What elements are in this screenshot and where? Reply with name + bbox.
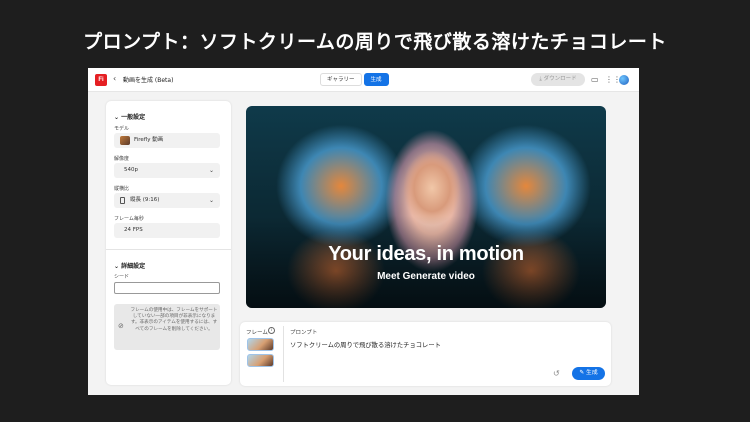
user-avatar-icon[interactable]: [619, 75, 629, 85]
start-frame-thumbnail[interactable]: [247, 338, 274, 351]
chevron-down-icon: ⌄: [208, 167, 214, 174]
fps-field[interactable]: 24 FPS: [114, 223, 220, 238]
aspect-ratio-dropdown[interactable]: 縦長 (9:16) ⌄: [114, 193, 220, 208]
resolution-value: 540p: [124, 167, 138, 173]
top-bar: Fi ‹ 動画を生成 (Beta) ギャラリー 生成 ⤓ ダウンロード ▭ ⋮⋮: [88, 68, 639, 92]
general-settings-heading[interactable]: ⌄ 一般設定: [114, 112, 145, 121]
model-selector[interactable]: Firefly 動画: [114, 133, 220, 148]
page-title: 動画を生成 (Beta): [123, 77, 174, 84]
seed-label: シード: [114, 274, 130, 280]
preview-title: Your ideas, in motion: [328, 243, 524, 265]
generate-button[interactable]: ✎ 生成: [572, 367, 605, 380]
edit-icon: ✎: [579, 370, 585, 376]
preview-subtitle: Meet Generate video: [377, 271, 475, 282]
preview-image: Your ideas, in motion Meet Generate vide…: [246, 106, 606, 308]
seed-input[interactable]: [114, 282, 220, 294]
fps-label: フレーム毎秒: [114, 216, 144, 222]
fps-value: 24 FPS: [124, 227, 143, 233]
blocked-icon: ⊘: [118, 322, 124, 330]
advanced-settings-heading[interactable]: ⌄ 詳細設定: [114, 261, 145, 270]
comment-icon[interactable]: ▭: [591, 73, 599, 86]
prompt-divider: [283, 326, 284, 382]
resolution-label: 解像度: [114, 156, 130, 162]
prompt-input[interactable]: ソフトクリームの周りで飛び散る溶けたチョコレート: [290, 340, 441, 349]
aspect-ratio-label: 縦横比: [114, 186, 130, 192]
chevron-down-icon: ⌄: [114, 114, 120, 121]
frames-notice: ⊘ フレームの使用中は、フレームをサポートしていない一部の項目が非表示になります…: [114, 304, 220, 350]
app-window: Fi ‹ 動画を生成 (Beta) ギャラリー 生成 ⤓ ダウンロード ▭ ⋮⋮…: [88, 68, 639, 395]
settings-panel: ⌄ 一般設定 モデル Firefly 動画 解像度 540p ⌄ 縦横比 縦長 …: [106, 101, 231, 385]
download-button[interactable]: ⤓ ダウンロード: [531, 73, 585, 86]
firefly-logo[interactable]: Fi: [95, 74, 107, 86]
end-frame-thumbnail[interactable]: [247, 354, 274, 367]
aspect-ratio-value: 縦長 (9:16): [130, 197, 160, 203]
undo-icon[interactable]: ↺: [553, 369, 560, 378]
general-settings-label: 一般設定: [121, 114, 146, 121]
advanced-settings-label: 詳細設定: [121, 263, 146, 270]
resolution-dropdown[interactable]: 540p ⌄: [114, 163, 220, 178]
chevron-down-icon: ⌄: [114, 263, 120, 270]
view-switcher: ギャラリー 生成: [320, 73, 389, 86]
slide-title: プロンプト：ソフトクリームの周りで飛び散る溶けたチョコレート: [83, 31, 667, 53]
info-icon[interactable]: i: [268, 327, 275, 334]
model-value: Firefly 動画: [134, 137, 164, 143]
section-divider: [106, 249, 231, 250]
tab-generate[interactable]: 生成: [363, 73, 389, 86]
model-thumbnail: [120, 136, 130, 145]
chevron-down-icon: ⌄: [208, 197, 214, 204]
generate-label: 生成: [586, 370, 598, 376]
chevron-left-icon[interactable]: ‹: [113, 74, 116, 83]
model-label: モデル: [114, 126, 130, 132]
frame-label: フレーム: [246, 330, 268, 336]
portrait-icon: [120, 197, 125, 204]
prompt-label: プロンプト: [290, 330, 318, 336]
notice-text: フレームの使用中は、フレームをサポートしていない一部の項目が非表示になります。非…: [130, 308, 218, 332]
tab-gallery[interactable]: ギャラリー: [320, 73, 362, 86]
prompt-box: フレーム i プロンプト ソフトクリームの周りで飛び散る溶けたチョコレート ↺ …: [240, 322, 611, 386]
